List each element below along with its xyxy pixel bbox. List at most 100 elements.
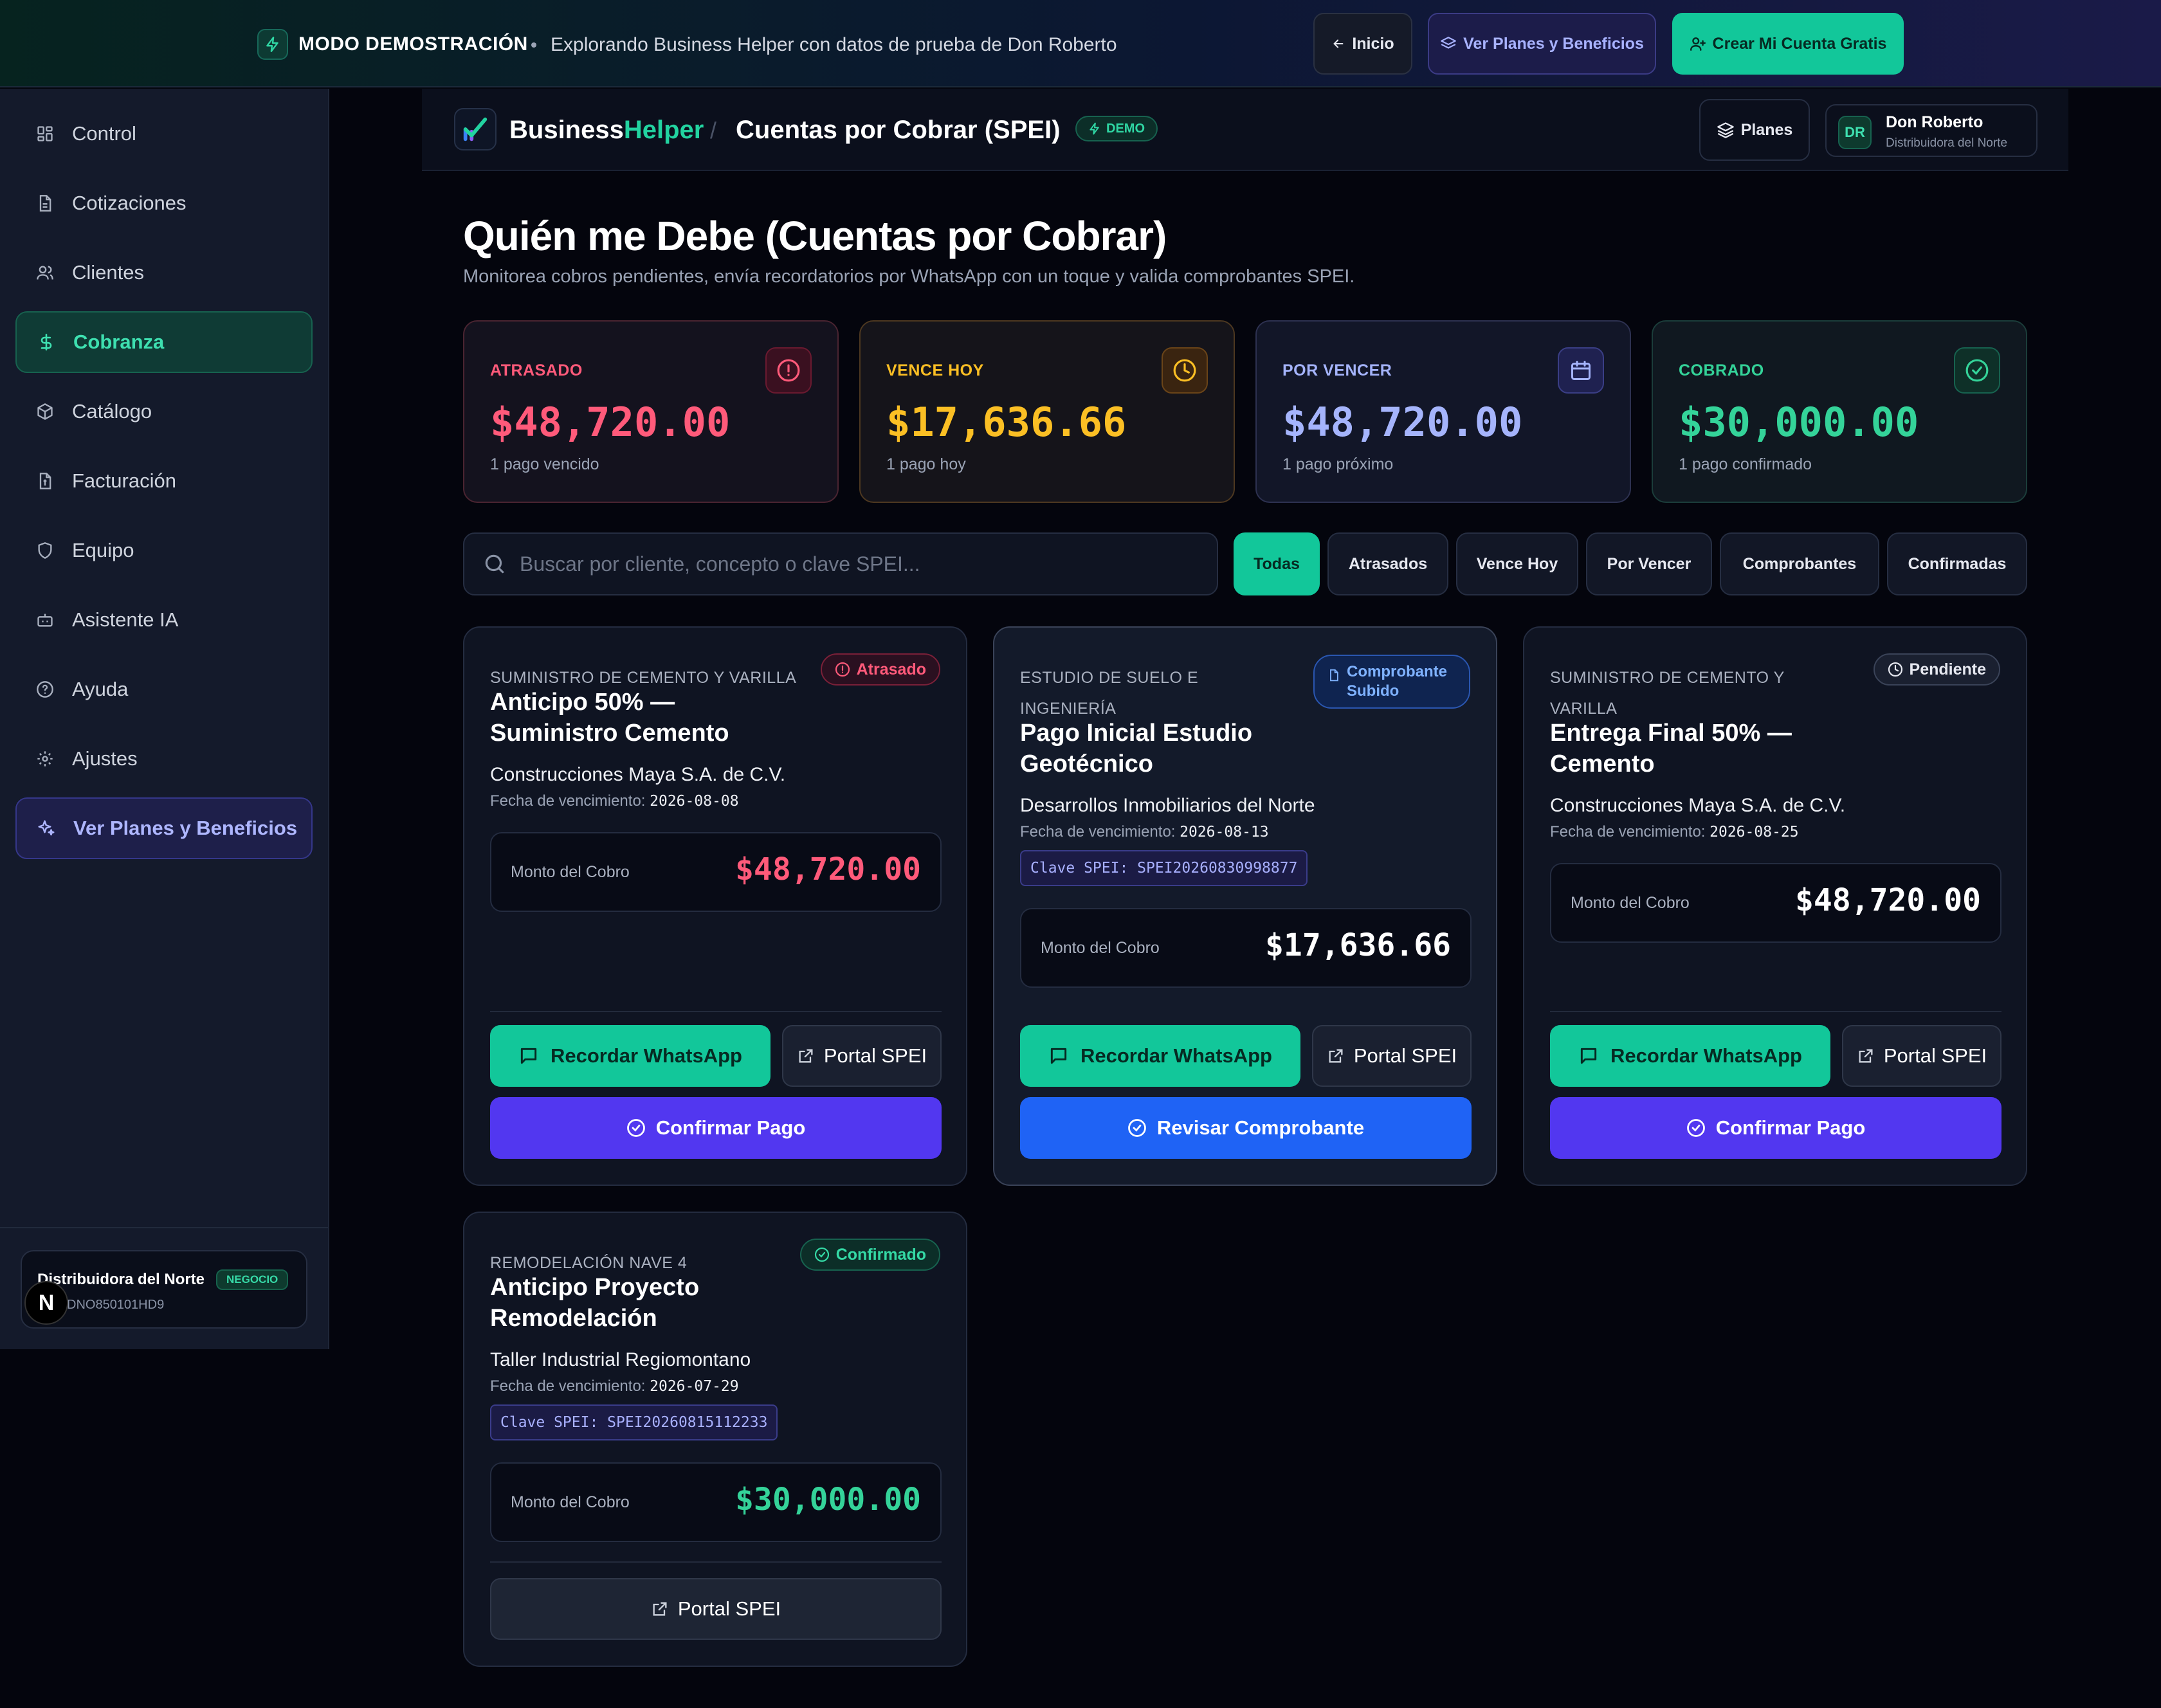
portal-spei-button[interactable]: Portal SPEI — [782, 1025, 942, 1087]
external-link-icon — [799, 1049, 813, 1063]
search-input[interactable] — [520, 552, 1163, 576]
filter-atrasados[interactable]: Atrasados — [1327, 532, 1448, 595]
due-label: Fecha de vencimiento: — [1550, 823, 1706, 840]
external-link-icon — [1329, 1049, 1343, 1063]
remind-whatsapp-button[interactable]: Recordar WhatsApp — [1020, 1025, 1300, 1087]
sidebar-item-equipo[interactable]: Equipo — [15, 520, 313, 581]
inicio-button[interactable]: Inicio — [1313, 13, 1412, 75]
sidebar-item-facturacion[interactable]: Facturación — [15, 450, 313, 512]
card-client: Taller Industrial Regiomontano — [490, 1349, 751, 1370]
help-icon — [35, 679, 55, 700]
stat-card-atrasado: ATRASADO $48,720.00 1 pago vencido — [463, 320, 839, 503]
sidebar-item-label: Asistente IA — [72, 608, 179, 631]
status-badge: Pendiente — [1873, 653, 2000, 686]
company-name: Distribuidora del Norte — [37, 1271, 205, 1288]
brand-name: BusinessHelper — [509, 116, 704, 145]
due-label: Fecha de vencimiento: — [1020, 823, 1176, 840]
filter-confirmadas[interactable]: Confirmadas — [1887, 532, 2027, 595]
logo-icon — [454, 108, 497, 150]
stat-label: POR VENCER — [1282, 361, 1392, 379]
amount-label: Monto del Cobro — [1571, 894, 1690, 912]
sidebar-item-catalogo[interactable]: Catálogo — [15, 381, 313, 442]
ver-planes-top-button[interactable]: Ver Planes y Beneficios — [1428, 13, 1656, 75]
portal-spei-button[interactable]: Portal SPEI — [1312, 1025, 1472, 1087]
amount-value: $30,000.00 — [735, 1482, 921, 1518]
page-subtitle: Monitorea cobros pendientes, envía recor… — [463, 266, 1355, 287]
remind-whatsapp-button[interactable]: Recordar WhatsApp — [1550, 1025, 1830, 1087]
due-value: 2026-07-29 — [650, 1378, 739, 1395]
sidebar-ver-planes[interactable]: Ver Planes y Beneficios — [15, 797, 313, 859]
sidebar-item-label: Cobranza — [73, 331, 165, 353]
document-icon — [35, 193, 55, 214]
stat-card-vence-hoy: VENCE HOY $17,636.66 1 pago hoy — [859, 320, 1235, 503]
remind-label: Recordar WhatsApp — [1610, 1044, 1802, 1067]
filter-vence-hoy[interactable]: Vence Hoy — [1456, 532, 1578, 595]
calendar-icon — [1558, 347, 1604, 394]
stat-amount: $48,720.00 — [490, 399, 731, 446]
status-badge: Comprobante Subido — [1313, 655, 1470, 709]
review-receipt-button[interactable]: Revisar Comprobante — [1020, 1097, 1472, 1159]
remind-whatsapp-button[interactable]: Recordar WhatsApp — [490, 1025, 770, 1087]
card-divider — [490, 1561, 942, 1563]
ver-planes-top-label: Ver Planes y Beneficios — [1463, 34, 1644, 53]
sidebar-item-cotizaciones[interactable]: Cotizaciones — [15, 172, 313, 234]
filter-todas[interactable]: Todas — [1234, 532, 1320, 595]
dollar-icon — [36, 332, 57, 352]
card-due-date: Fecha de vencimiento: 2026-08-25 — [1550, 823, 1799, 841]
card-due-date: Fecha de vencimiento: 2026-08-13 — [1020, 823, 1269, 841]
demo-description: Explorando Business Helper con datos de … — [551, 34, 1117, 55]
stat-card-por-vencer: POR VENCER $48,720.00 1 pago próximo — [1255, 320, 1631, 503]
user-name: Don Roberto — [1886, 113, 1983, 131]
sidebar-item-ayuda[interactable]: Ayuda — [15, 659, 313, 720]
separator-dot — [531, 42, 536, 48]
sidebar-item-label: Control — [72, 122, 136, 145]
company-rfc: DNO850101HD9 — [67, 1298, 165, 1312]
planes-button[interactable]: Planes — [1699, 99, 1810, 161]
stat-amount: $48,720.00 — [1282, 399, 1523, 446]
stat-amount: $17,636.66 — [886, 399, 1127, 446]
portal-spei-button[interactable]: Portal SPEI — [490, 1578, 942, 1640]
user-menu[interactable]: DR Don Roberto Distribuidora del Norte — [1825, 104, 2038, 157]
receivable-card: SUMINISTRO DE CEMENTO Y VARILLA Pendient… — [1523, 626, 2027, 1186]
card-title: Anticipo Proyecto Remodelación — [490, 1274, 700, 1332]
shield-icon — [35, 540, 55, 561]
confirm-label: Confirmar Pago — [1715, 1116, 1866, 1139]
filter-por-vencer[interactable]: Por Vencer — [1586, 532, 1712, 595]
page-title: Quién me Debe (Cuentas por Cobrar) — [463, 213, 1167, 259]
plan-badge: NEGOCIO — [216, 1269, 289, 1290]
user-avatar: DR — [1838, 116, 1872, 149]
inicio-label: Inicio — [1352, 34, 1394, 53]
due-value: 2026-08-25 — [1710, 824, 1799, 840]
brand-first: Business — [509, 116, 624, 144]
receivable-card: ESTUDIO DE SUELO E INGENIERÍA Comprobant… — [993, 626, 1497, 1186]
portal-label: Portal SPEI — [1883, 1044, 1987, 1067]
receivable-card: REMODELACIÓN NAVE 4 Confirmado Anticipo … — [463, 1212, 967, 1667]
check-circle-icon — [1128, 1119, 1146, 1137]
filter-comprobantes[interactable]: Comprobantes — [1720, 532, 1879, 595]
sidebar-item-cobranza[interactable]: Cobranza — [15, 311, 313, 373]
receivable-card: SUMINISTRO DE CEMENTO Y VARILLA Atrasado… — [463, 626, 967, 1186]
avatar[interactable]: N — [24, 1281, 68, 1325]
sidebar-item-label: Clientes — [72, 261, 144, 284]
confirm-payment-button[interactable]: Confirmar Pago — [1550, 1097, 2001, 1159]
sidebar-item-ajustes[interactable]: Ajustes — [15, 728, 313, 790]
confirm-label: Confirmar Pago — [655, 1116, 806, 1139]
status-label: Pendiente — [1909, 660, 1986, 678]
portal-spei-button[interactable]: Portal SPEI — [1842, 1025, 2001, 1087]
portal-label: Portal SPEI — [823, 1044, 927, 1067]
sidebar-item-clientes[interactable]: Clientes — [15, 242, 313, 304]
sidebar-divider — [0, 1227, 328, 1228]
message-icon — [520, 1048, 537, 1064]
confirm-payment-button[interactable]: Confirmar Pago — [490, 1097, 942, 1159]
due-label: Fecha de vencimiento: — [490, 1377, 646, 1395]
bolt-icon — [257, 29, 288, 60]
users-icon — [35, 262, 55, 283]
stat-amount: $30,000.00 — [1679, 399, 1919, 446]
card-title: Entrega Final 50% — Cemento — [1550, 720, 1792, 777]
card-client: Construcciones Maya S.A. de C.V. — [490, 764, 786, 785]
status-label: Atrasado — [856, 660, 926, 678]
crear-cuenta-button[interactable]: Crear Mi Cuenta Gratis — [1672, 13, 1904, 75]
sidebar-item-control[interactable]: Control — [15, 103, 313, 165]
sidebar-item-asistente[interactable]: Asistente IA — [15, 589, 313, 651]
due-label: Fecha de vencimiento: — [490, 792, 646, 810]
